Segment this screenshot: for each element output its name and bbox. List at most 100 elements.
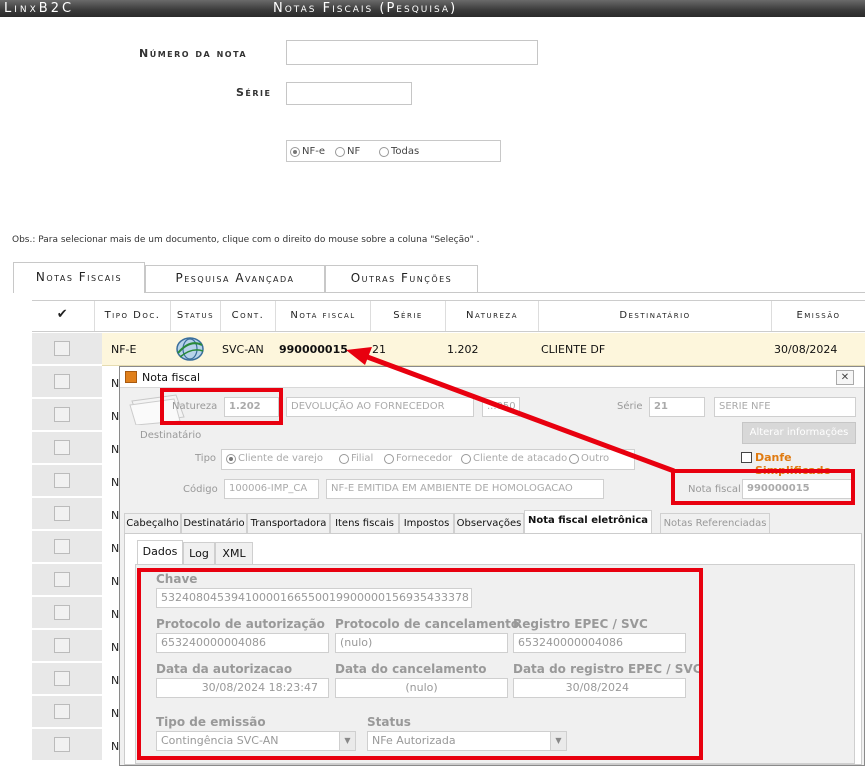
radio-icon — [339, 453, 349, 464]
natureza-extra-field: ...050 — [482, 397, 520, 417]
close-icon[interactable]: ✕ — [836, 370, 854, 385]
doc-type-radio-group: NF-e NF Todas — [286, 140, 501, 162]
tipo-label: Tipo — [195, 453, 217, 464]
page-title: Notas Fiscais (Pesquisa) — [273, 1, 458, 16]
col-natureza[interactable]: Natureza — [445, 301, 538, 331]
tab-itens-fiscais[interactable]: Itens fiscais — [330, 513, 399, 533]
cell-emissao: 30/08/2024 — [774, 343, 838, 356]
title-bar: LinxB2C Notas Fiscais (Pesquisa) — [0, 0, 865, 17]
row-tipo-partial: N — [111, 641, 120, 654]
row-select[interactable] — [32, 498, 102, 530]
radio-nf[interactable]: NF — [335, 146, 360, 157]
row-select[interactable] — [32, 630, 102, 662]
row-select[interactable] — [32, 597, 102, 629]
nfe-status-icon — [174, 335, 206, 363]
alterar-informacoes-button[interactable]: Alterar informações — [742, 422, 856, 444]
radio-outro[interactable]: Outro — [569, 453, 609, 464]
tab-pesquisa-avancada[interactable]: Pesquisa Avançada — [145, 265, 325, 292]
tab-cabecalho[interactable]: Cabeçalho — [124, 513, 181, 533]
row-checkbox[interactable] — [54, 473, 70, 488]
radio-todas[interactable]: Todas — [379, 146, 419, 157]
radio-icon — [461, 453, 471, 464]
destinatario-label: Destinatário — [140, 430, 202, 441]
col-cont[interactable]: Cont. — [220, 301, 275, 331]
row-checkbox[interactable] — [54, 671, 70, 686]
dialog-app-icon — [125, 371, 137, 383]
brand-logo: LinxB2C — [4, 1, 75, 16]
radio-icon — [569, 453, 579, 464]
tab-observacoes[interactable]: Observações — [454, 513, 524, 533]
numero-input[interactable] — [286, 40, 538, 65]
row-checkbox[interactable] — [54, 638, 70, 653]
row-tipo-partial: N — [111, 509, 120, 522]
row-tipo-partial: N — [111, 476, 120, 489]
radio-icon — [226, 453, 236, 464]
cell-cont: SVC-AN — [222, 343, 264, 356]
highlight-dados-panel — [137, 568, 703, 760]
row-select[interactable] — [32, 432, 102, 464]
tipo-radio-group: Cliente de varejo Filial Fornecedor Clie… — [221, 449, 635, 470]
row-select[interactable] — [32, 465, 102, 497]
row-select[interactable] — [32, 729, 102, 761]
dialog-title: Nota fiscal — [142, 371, 201, 384]
serie-field[interactable]: 21 — [649, 397, 705, 417]
subtab-log[interactable]: Log — [183, 542, 215, 564]
radio-nfe[interactable]: NF-e — [290, 146, 325, 157]
row-checkbox[interactable] — [54, 440, 70, 455]
row-select[interactable] — [32, 399, 102, 431]
row-tipo-partial: N — [111, 542, 120, 555]
col-serie[interactable]: Série — [370, 301, 445, 331]
select-all-header[interactable]: ✔ — [32, 301, 94, 331]
row-checkbox[interactable] — [54, 704, 70, 719]
radio-filial[interactable]: Filial — [339, 453, 373, 464]
radio-cliente-atacado[interactable]: Cliente de atacado — [461, 453, 567, 464]
tab-destinatario[interactable]: Destinatário — [181, 513, 247, 533]
col-destinatario[interactable]: Destinatário — [538, 301, 771, 331]
tab-nota-fiscal-eletronica[interactable]: Nota fiscal eletrônica — [524, 510, 652, 534]
row-select[interactable] — [32, 564, 102, 596]
codigo-field[interactable]: 100006-IMP_CA — [224, 479, 319, 499]
row-select[interactable] — [32, 696, 102, 728]
serie-input[interactable] — [286, 82, 412, 105]
row-tipo-partial: N — [111, 740, 120, 753]
row-checkbox[interactable] — [54, 539, 70, 554]
row-checkbox[interactable] — [54, 407, 70, 422]
numero-label: Número da nota — [139, 47, 248, 60]
col-status[interactable]: Status — [170, 301, 220, 331]
cell-natureza: 1.202 — [447, 343, 479, 356]
tab-transportadora[interactable]: Transportadora — [247, 513, 330, 533]
cell-destinatario: CLIENTE DF — [541, 343, 606, 356]
subtab-xml[interactable]: XML — [215, 542, 253, 564]
row-select[interactable] — [32, 366, 102, 398]
cell-tipo: NF-E — [111, 343, 137, 356]
col-emissao[interactable]: Emissão — [771, 301, 865, 331]
row-checkbox[interactable] — [54, 506, 70, 521]
col-tipo-doc[interactable]: Tipo Doc. — [94, 301, 170, 331]
row-select[interactable] — [32, 531, 102, 563]
row-select[interactable] — [32, 333, 102, 365]
tab-impostos[interactable]: Impostos — [399, 513, 454, 533]
col-nota-fiscal[interactable]: Nota fiscal — [275, 301, 370, 331]
tabs-divider — [145, 292, 865, 293]
table-row[interactable]: NF-E SVC-AN 990000015 21 1.202 CLIENTE D… — [102, 333, 865, 366]
row-tipo-partial: N — [111, 674, 120, 687]
row-select[interactable] — [32, 663, 102, 695]
row-tipo-partial: N — [111, 707, 120, 720]
radio-cliente-varejo[interactable]: Cliente de varejo — [226, 453, 323, 464]
serie-desc-field: SERIE NFE — [714, 397, 856, 417]
danfe-checkbox[interactable] — [741, 452, 752, 463]
tab-notas-fiscais[interactable]: Notas Fiscais — [13, 262, 145, 293]
natureza-desc-field: DEVOLUÇÃO AO FORNECEDOR — [286, 397, 474, 417]
tab-notas-referenciadas[interactable]: Notas Referenciadas — [660, 513, 770, 533]
tab-outras-funcoes[interactable]: Outras Funções — [325, 265, 478, 292]
row-checkbox[interactable] — [54, 341, 70, 356]
row-tipo-partial: N — [111, 608, 120, 621]
row-checkbox[interactable] — [54, 572, 70, 587]
radio-fornecedor[interactable]: Fornecedor — [384, 453, 452, 464]
row-checkbox[interactable] — [54, 737, 70, 752]
row-checkbox[interactable] — [54, 605, 70, 620]
cell-nota: 990000015 — [279, 343, 348, 356]
row-checkbox[interactable] — [54, 374, 70, 389]
subtab-dados[interactable]: Dados — [137, 540, 183, 565]
radio-nfe-icon — [290, 146, 300, 157]
